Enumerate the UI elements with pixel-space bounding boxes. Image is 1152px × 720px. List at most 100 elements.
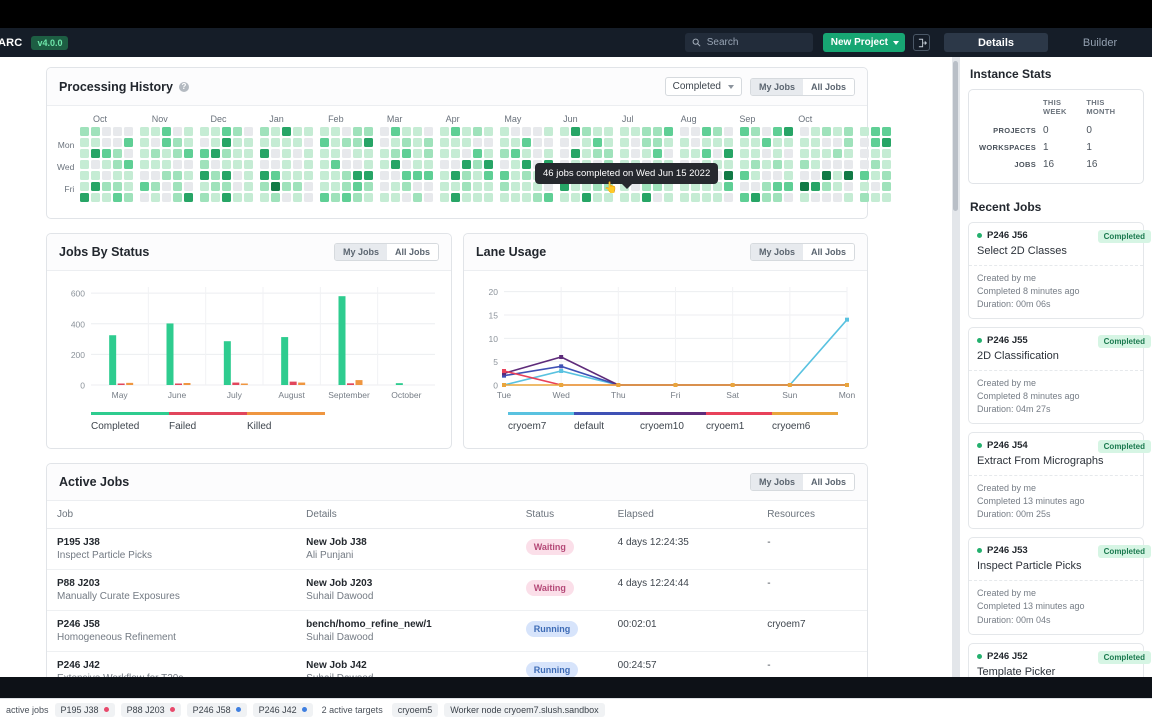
heatmap-cell[interactable]	[140, 193, 150, 202]
heatmap-cell[interactable]	[762, 138, 772, 147]
heatmap-cell[interactable]	[331, 149, 341, 158]
heatmap-cell[interactable]	[424, 160, 434, 169]
heatmap-cell[interactable]	[784, 171, 794, 180]
heatmap-cell[interactable]	[424, 149, 434, 158]
heatmap-cell[interactable]	[364, 160, 374, 169]
heatmap-cell[interactable]	[293, 171, 303, 180]
heatmap-cell[interactable]	[484, 160, 494, 169]
heatmap-cell[interactable]	[282, 182, 292, 191]
heatmap-cell[interactable]	[800, 160, 810, 169]
heatmap-cell[interactable]	[424, 193, 434, 202]
heatmap-cell[interactable]	[500, 182, 510, 191]
heatmap-cell[interactable]	[800, 182, 810, 191]
heatmap-cell[interactable]	[511, 193, 521, 202]
heatmap-cell[interactable]	[151, 182, 161, 191]
table-row[interactable]: P195 J38 Inspect Particle Picks New Job J3…	[47, 528, 867, 570]
heatmap-cell[interactable]	[260, 171, 270, 180]
heatmap-cell[interactable]	[500, 149, 510, 158]
heatmap-cell[interactable]	[473, 171, 483, 180]
heatmap-cell[interactable]	[402, 149, 412, 158]
heatmap-cell[interactable]	[800, 138, 810, 147]
heatmap-cell[interactable]	[200, 193, 210, 202]
heatmap-cell[interactable]	[391, 127, 401, 136]
heatmap-cell[interactable]	[244, 138, 254, 147]
heatmap-cell[interactable]	[604, 127, 614, 136]
heatmap-cell[interactable]	[500, 127, 510, 136]
heatmap-cell[interactable]	[282, 160, 292, 169]
heatmap-cell[interactable]	[860, 138, 870, 147]
tab-details[interactable]: Details	[944, 33, 1048, 52]
heatmap-cell[interactable]	[124, 149, 134, 158]
heatmap-cell[interactable]	[571, 193, 581, 202]
heatmap-cell[interactable]	[702, 138, 712, 147]
heatmap-cell[interactable]	[762, 182, 772, 191]
heatmap-cell[interactable]	[91, 193, 101, 202]
heatmap-cell[interactable]	[271, 193, 281, 202]
import-project-button[interactable]	[913, 34, 930, 51]
heatmap-cell[interactable]	[811, 149, 821, 158]
heatmap-cell[interactable]	[320, 160, 330, 169]
heatmap-cell[interactable]	[882, 160, 892, 169]
heatmap-cell[interactable]	[871, 149, 881, 158]
heatmap-cell[interactable]	[882, 127, 892, 136]
main-scrollbar[interactable]	[952, 57, 960, 677]
my-jobs-button[interactable]: My Jobs	[750, 473, 803, 490]
heatmap-cell[interactable]	[353, 149, 363, 158]
heatmap-cell[interactable]	[244, 171, 254, 180]
heatmap-cell[interactable]	[320, 127, 330, 136]
heatmap-cell[interactable]	[642, 149, 652, 158]
heatmap-cell[interactable]	[773, 182, 783, 191]
heatmap-cell[interactable]	[162, 160, 172, 169]
heatmap-cell[interactable]	[664, 149, 674, 158]
heatmap-cell[interactable]	[222, 193, 232, 202]
heatmap-cell[interactable]	[151, 138, 161, 147]
heatmap-cell[interactable]	[762, 149, 772, 158]
heatmap-cell[interactable]	[762, 193, 772, 202]
heatmap-cell[interactable]	[691, 127, 701, 136]
heatmap-cell[interactable]	[244, 193, 254, 202]
heatmap-cell[interactable]	[244, 127, 254, 136]
worker-node-chip[interactable]: Worker node cryoem7.slush.sandbox	[444, 702, 605, 717]
heatmap-cell[interactable]	[784, 160, 794, 169]
heatmap-cell[interactable]	[740, 149, 750, 158]
heatmap-cell[interactable]	[102, 149, 112, 158]
heatmap-cell[interactable]	[664, 193, 674, 202]
heatmap-cell[interactable]	[293, 138, 303, 147]
heatmap-cell[interactable]	[211, 149, 221, 158]
heatmap-cell[interactable]	[691, 138, 701, 147]
heatmap-cell[interactable]	[811, 193, 821, 202]
heatmap-cell[interactable]	[451, 182, 461, 191]
heatmap-cell[interactable]	[533, 193, 543, 202]
heatmap-cell[interactable]	[271, 182, 281, 191]
heatmap-cell[interactable]	[80, 182, 90, 191]
heatmap-cell[interactable]	[871, 138, 881, 147]
heatmap-cell[interactable]	[102, 138, 112, 147]
heatmap-cell[interactable]	[631, 193, 641, 202]
heatmap-cell[interactable]	[304, 182, 314, 191]
heatmap-cell[interactable]	[113, 127, 123, 136]
heatmap-cell[interactable]	[844, 149, 854, 158]
heatmap-cell[interactable]	[571, 149, 581, 158]
heatmap-cell[interactable]	[320, 138, 330, 147]
new-project-button[interactable]: New Project	[822, 33, 905, 52]
heatmap-cell[interactable]	[451, 193, 461, 202]
heatmap-cell[interactable]	[353, 127, 363, 136]
scrollbar-thumb[interactable]	[953, 61, 958, 211]
heatmap-cell[interactable]	[653, 193, 663, 202]
heatmap-cell[interactable]	[724, 149, 734, 158]
heatmap-cell[interactable]	[620, 138, 630, 147]
heatmap-cell[interactable]	[380, 160, 390, 169]
all-jobs-button[interactable]: All Jobs	[802, 473, 854, 490]
heatmap-cell[interactable]	[184, 127, 194, 136]
heatmap-cell[interactable]	[533, 138, 543, 147]
heatmap-cell[interactable]	[440, 127, 450, 136]
heatmap-cell[interactable]	[724, 182, 734, 191]
heatmap-cell[interactable]	[462, 138, 472, 147]
heatmap-cell[interactable]	[680, 127, 690, 136]
heatmap-cell[interactable]	[871, 171, 881, 180]
heatmap-cell[interactable]	[544, 149, 554, 158]
heatmap-cell[interactable]	[342, 193, 352, 202]
heatmap-cell[interactable]	[751, 193, 761, 202]
heatmap-cell[interactable]	[184, 171, 194, 180]
heatmap-cell[interactable]	[304, 171, 314, 180]
